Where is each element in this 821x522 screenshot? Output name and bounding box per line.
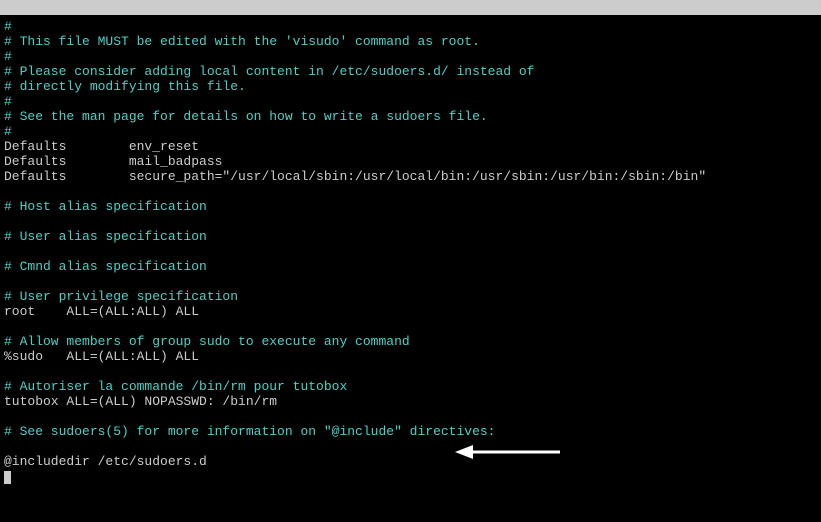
file-line: #	[4, 94, 817, 109]
file-line: Defaults secure_path="/usr/local/sbin:/u…	[4, 169, 817, 184]
file-line: # User alias specification	[4, 229, 817, 244]
file-line: Defaults mail_badpass	[4, 154, 817, 169]
file-line: @includedir /etc/sudoers.d	[4, 454, 817, 469]
file-line	[4, 364, 817, 379]
cursor-line	[4, 469, 817, 484]
file-line	[4, 319, 817, 334]
file-line: %sudo ALL=(ALL:ALL) ALL	[4, 349, 817, 364]
file-line: # See the man page for details on how to…	[4, 109, 817, 124]
editor-titlebar: GNU nano 5.4	[0, 0, 821, 15]
file-line	[4, 244, 817, 259]
file-line	[4, 439, 817, 454]
file-line: # See sudoers(5) for more information on…	[4, 424, 817, 439]
file-line: Defaults env_reset	[4, 139, 817, 154]
file-line: #	[4, 49, 817, 64]
file-line: # Cmnd alias specification	[4, 259, 817, 274]
file-line: # Allow members of group sudo to execute…	[4, 334, 817, 349]
file-line	[4, 274, 817, 289]
titlebar-text: GNU nano 5.4	[24, 15, 133, 30]
file-line: tutobox ALL=(ALL) NOPASSWD: /bin/rm	[4, 394, 817, 409]
file-line	[4, 184, 817, 199]
editor-content-area[interactable]: ## This file MUST be edited with the 'vi…	[0, 15, 821, 488]
file-line	[4, 409, 817, 424]
text-cursor	[4, 471, 11, 484]
file-line: # This file MUST be edited with the 'vis…	[4, 34, 817, 49]
file-line: # Host alias specification	[4, 199, 817, 214]
file-line	[4, 214, 817, 229]
file-line: root ALL=(ALL:ALL) ALL	[4, 304, 817, 319]
file-line: # Autoriser la commande /bin/rm pour tut…	[4, 379, 817, 394]
file-line: # User privilege specification	[4, 289, 817, 304]
file-line: #	[4, 124, 817, 139]
file-line: # Please consider adding local content i…	[4, 64, 817, 79]
file-line: # directly modifying this file.	[4, 79, 817, 94]
